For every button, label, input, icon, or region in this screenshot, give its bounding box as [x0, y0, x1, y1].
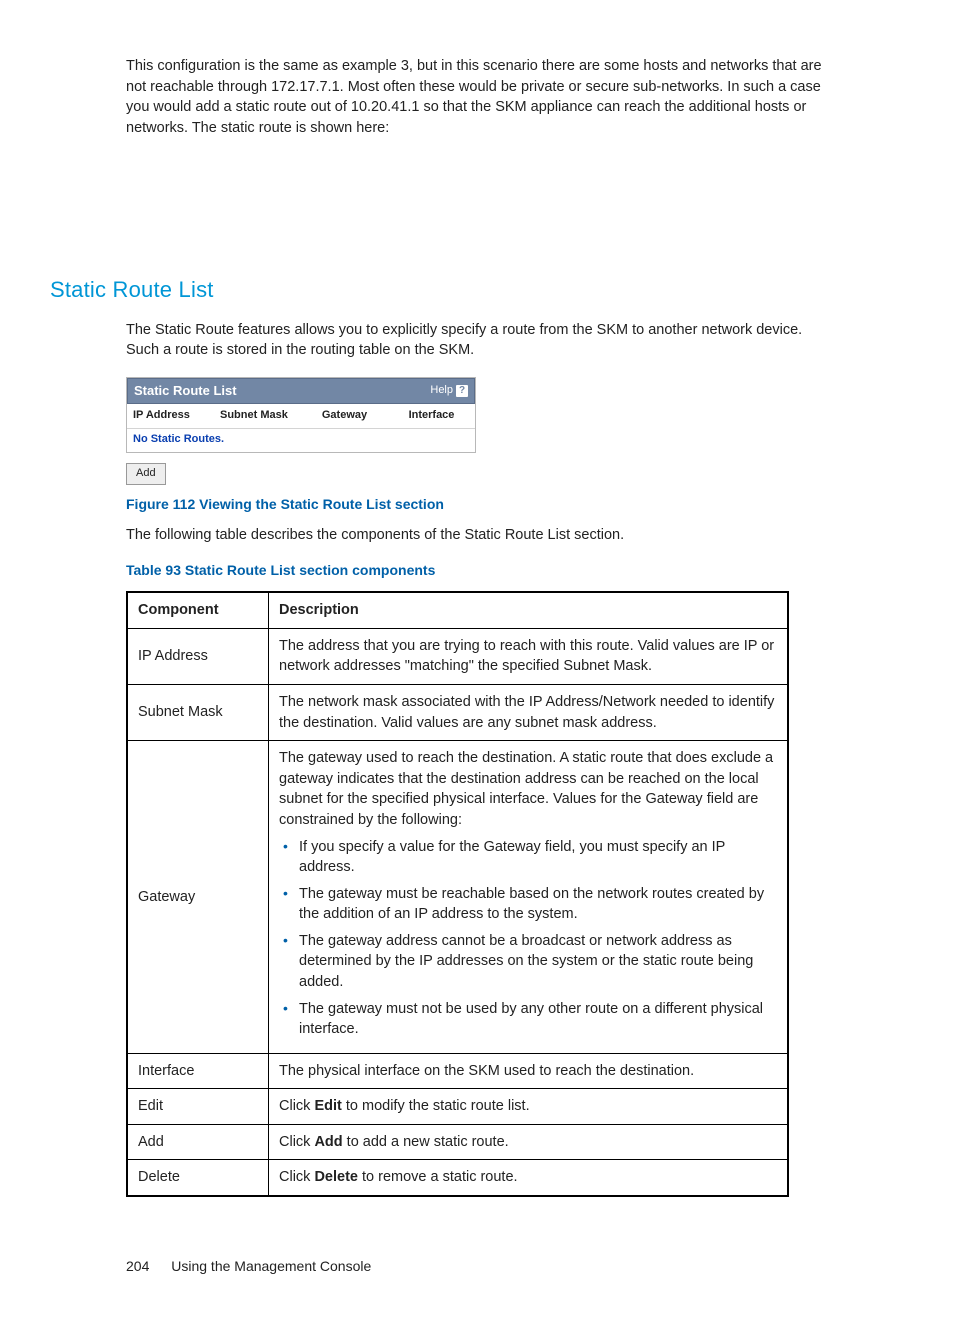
- screenshot-static-route-list: Static Route List Help ? IP Address Subn…: [126, 377, 828, 485]
- cell-component: Edit: [127, 1089, 269, 1125]
- col-gateway: Gateway: [301, 404, 388, 428]
- cell-description: The physical interface on the SKM used t…: [269, 1053, 789, 1089]
- col-mask: Subnet Mask: [214, 404, 301, 428]
- cell-component: Interface: [127, 1053, 269, 1089]
- txt: Click: [279, 1098, 314, 1114]
- col-interface: Interface: [388, 404, 475, 428]
- bold-delete: Delete: [314, 1169, 358, 1185]
- cell-component: Delete: [127, 1160, 269, 1196]
- txt: to remove a static route.: [358, 1169, 518, 1185]
- help-icon: ?: [456, 385, 468, 397]
- help-link[interactable]: Help ?: [430, 383, 468, 399]
- txt: to add a new static route.: [343, 1134, 509, 1150]
- th-component: Component: [127, 592, 269, 628]
- table-row: IP Address The address that you are tryi…: [127, 628, 788, 684]
- table-header-row: Component Description: [127, 592, 788, 628]
- screenshot-title: Static Route List: [134, 382, 237, 400]
- cell-component: Gateway: [127, 741, 269, 1054]
- footer-title: Using the Management Console: [171, 1258, 371, 1274]
- screenshot-header-row: IP Address Subnet Mask Gateway Interface: [127, 404, 475, 428]
- section-paragraph: The Static Route features allows you to …: [126, 320, 828, 361]
- col-ip: IP Address: [127, 404, 214, 428]
- figure-caption: Figure 112 Viewing the Static Route List…: [126, 495, 828, 515]
- following-paragraph: The following table describes the compon…: [126, 525, 828, 546]
- cell-component: Add: [127, 1124, 269, 1160]
- section-heading: Static Route List: [50, 274, 828, 305]
- cell-component: Subnet Mask: [127, 685, 269, 741]
- bold-edit: Edit: [314, 1098, 341, 1114]
- cell-description: Click Edit to modify the static route li…: [269, 1089, 789, 1125]
- table-row: Edit Click Edit to modify the static rou…: [127, 1089, 788, 1125]
- gw-bullet: The gateway must be reachable based on t…: [279, 884, 777, 925]
- cell-description: Click Delete to remove a static route.: [269, 1160, 789, 1196]
- help-label: Help: [430, 383, 453, 399]
- page-footer: 204 Using the Management Console: [126, 1257, 828, 1277]
- components-table: Component Description IP Address The add…: [126, 591, 789, 1197]
- table-caption: Table 93 Static Route List section compo…: [126, 561, 828, 581]
- table-row: Subnet Mask The network mask associated …: [127, 685, 788, 741]
- table-row: Gateway The gateway used to reach the de…: [127, 741, 788, 1054]
- page-number: 204: [126, 1257, 149, 1277]
- gw-bullet: If you specify a value for the Gateway f…: [279, 837, 777, 878]
- cell-description: The network mask associated with the IP …: [269, 685, 789, 741]
- add-button[interactable]: Add: [126, 463, 166, 485]
- cell-description: Click Add to add a new static route.: [269, 1124, 789, 1160]
- th-description: Description: [269, 592, 789, 628]
- txt: to modify the static route list.: [342, 1098, 530, 1114]
- cell-component: IP Address: [127, 628, 269, 684]
- table-row: Delete Click Delete to remove a static r…: [127, 1160, 788, 1196]
- gw-bullet: The gateway address cannot be a broadcas…: [279, 931, 777, 993]
- table-row: Add Click Add to add a new static route.: [127, 1124, 788, 1160]
- txt: Click: [279, 1134, 314, 1150]
- cell-description: The gateway used to reach the destinatio…: [269, 741, 789, 1054]
- cell-description: The address that you are trying to reach…: [269, 628, 789, 684]
- gw-bullet: The gateway must not be used by any othe…: [279, 999, 777, 1040]
- bold-add: Add: [314, 1134, 342, 1150]
- intro-paragraph: This configuration is the same as exampl…: [126, 56, 828, 138]
- gw-intro: The gateway used to reach the destinatio…: [279, 750, 773, 828]
- no-routes-msg: No Static Routes.: [127, 429, 475, 453]
- table-row: Interface The physical interface on the …: [127, 1053, 788, 1089]
- txt: Click: [279, 1169, 314, 1185]
